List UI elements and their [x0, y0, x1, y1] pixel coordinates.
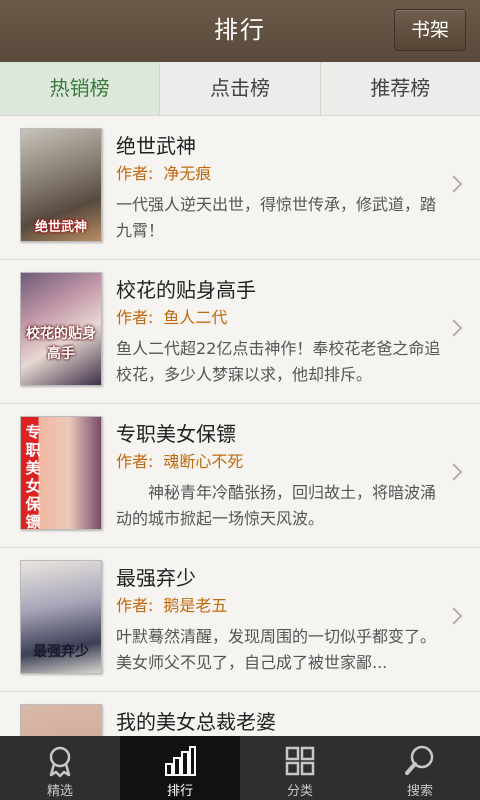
cover-title: 专职美女保镖	[25, 423, 41, 530]
award-icon	[49, 746, 71, 778]
cover-title: 校花的贴身高手	[26, 326, 96, 362]
author-name: 魂断心不死	[163, 452, 244, 471]
book-title: 专职美女保镖	[116, 422, 236, 446]
book-author: 作者: 鱼人二代	[116, 304, 227, 328]
author-name: 鱼人二代	[163, 308, 228, 327]
bottom-navigation: 精选 排行 分类 搜索	[0, 736, 480, 800]
nav-featured[interactable]: 精选	[0, 736, 120, 800]
nav-label: 精选	[46, 784, 73, 799]
book-author: 作者: 净无痕	[116, 160, 211, 184]
list-item[interactable]: 专职美女保镖 专职美女保镖 作者: 魂断心不死 神秘青年冷酷张扬，回归故土，将暗波…	[0, 404, 480, 548]
nav-category[interactable]: 分类	[240, 736, 360, 800]
list-item[interactable]: 校花的贴身高手 校花的贴身高手 作者: 鱼人二代 鱼人二代超22亿点击神作！奉校花…	[0, 260, 480, 404]
app-header: 排行 书架	[0, 0, 480, 62]
list-item[interactable]: 最强弃少 最强弃少 作者: 鹅是老五 叶默蓦然清醒，发现周围的一切似乎都变了。美女…	[0, 548, 480, 692]
chevron-right-icon	[452, 319, 463, 337]
tab-bestseller[interactable]: 热销榜	[0, 62, 161, 115]
nav-search[interactable]: 搜索	[360, 736, 480, 800]
author-label: 作者:	[116, 596, 154, 615]
search-icon	[405, 745, 434, 775]
nav-label: 排行	[166, 784, 193, 799]
book-list: 绝世武神 绝世武神 作者: 净无痕 一代强人逆天出世，得惊世传承，修武道，踏九霄！…	[0, 116, 480, 736]
author-label: 作者:	[116, 164, 154, 183]
book-title: 绝世武神	[116, 134, 196, 158]
bar-chart-icon	[165, 746, 196, 776]
book-author: 作者: 魂断心不死	[116, 448, 243, 472]
book-title: 最强弃少	[116, 566, 196, 590]
book-description: 一代强人逆天出世，得惊世传承，修武道，踏九霄！	[116, 195, 437, 240]
list-item[interactable]: 绝世武神 绝世武神 作者: 净无痕 一代强人逆天出世，得惊世传承，修武道，踏九霄！	[0, 116, 480, 260]
book-cover	[20, 704, 102, 736]
ranking-tabs: 热销榜 点击榜 推荐榜	[0, 62, 480, 116]
author-name: 鹅是老五	[163, 596, 228, 615]
book-title: 我的美女总裁老婆	[116, 710, 276, 734]
cover-title: 最强弃少	[33, 644, 89, 660]
author-label: 作者:	[116, 308, 154, 327]
bookshelf-button[interactable]: 书架	[394, 9, 466, 51]
book-description: 神秘青年冷酷张扬，回归故土，将暗波涌动的城市掀起一场惊天风波。	[116, 483, 437, 528]
nav-label: 分类	[286, 784, 313, 799]
book-author: 作者: 鹅是老五	[116, 592, 227, 616]
cover-title: 绝世武神	[34, 220, 87, 235]
chevron-right-icon	[452, 463, 463, 481]
book-title: 校花的贴身高手	[116, 278, 256, 302]
book-description: 叶默蓦然清醒，发现周围的一切似乎都变了。美女师父不见了，自己成了被世家鄙...	[116, 627, 437, 672]
author-name: 净无痕	[163, 164, 212, 183]
book-cover: 绝世武神	[20, 128, 102, 242]
tab-most-clicked[interactable]: 点击榜	[160, 62, 321, 115]
book-cover: 专职美女保镖	[20, 416, 102, 530]
author-label: 作者:	[116, 452, 154, 471]
list-item[interactable]: 我的美女总裁老婆	[0, 692, 480, 736]
nav-ranking[interactable]: 排行	[120, 736, 240, 800]
grid-icon	[285, 746, 315, 776]
book-cover: 最强弃少	[20, 560, 102, 674]
book-description: 鱼人二代超22亿点击神作！奉校花老爸之命追校花，多少人梦寐以求，他却排斥。	[116, 339, 441, 384]
book-cover: 校花的贴身高手	[20, 272, 102, 386]
tab-recommended[interactable]: 推荐榜	[321, 62, 480, 115]
chevron-right-icon	[452, 175, 463, 193]
nav-label: 搜索	[406, 784, 433, 799]
chevron-right-icon	[452, 607, 463, 625]
